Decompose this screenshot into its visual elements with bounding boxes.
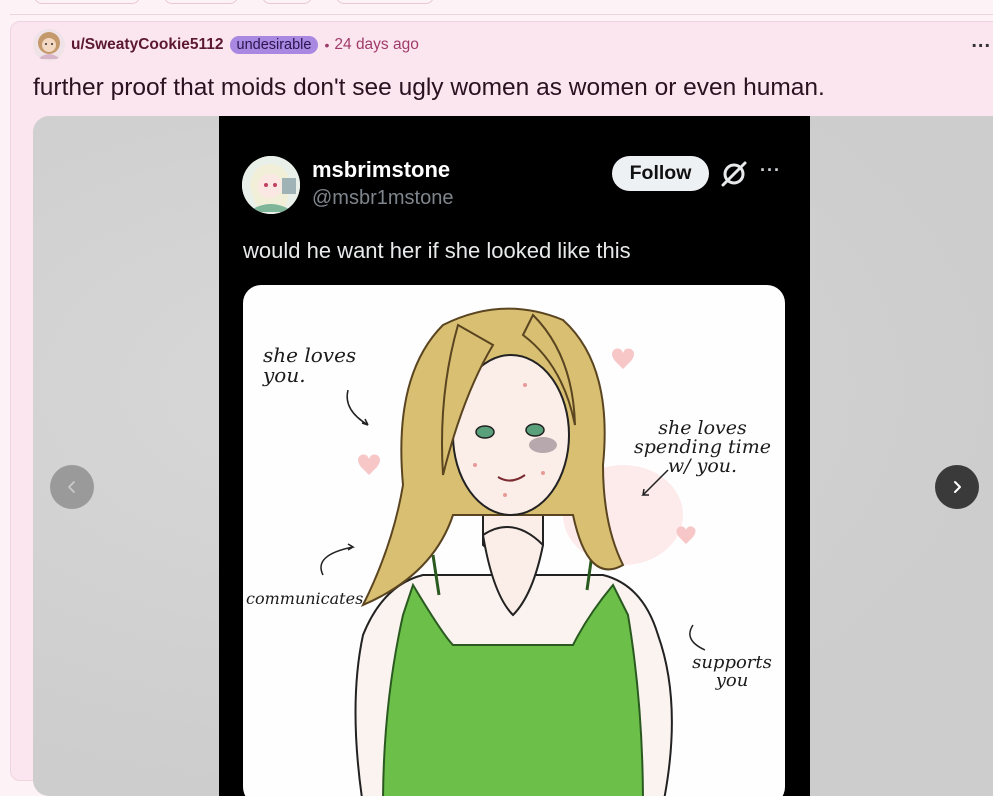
tweet-more-icon: ··· <box>760 160 781 180</box>
avatar-image <box>33 29 65 61</box>
filter-pill[interactable] <box>336 0 434 4</box>
tweet-author-handle: @msbr1mstone <box>312 187 454 209</box>
image-gallery[interactable]: msbrimstone @msbr1mstone Follow ··· woul… <box>33 116 993 796</box>
heart-shape <box>676 526 696 544</box>
grok-icon <box>721 161 747 187</box>
illustration-label: she loves spending time w/ you. <box>633 417 772 477</box>
post-title[interactable]: further proof that moids don't see ugly … <box>33 74 825 102</box>
post-card[interactable]: u/SweatyCookie5112 undesirable • 24 days… <box>10 21 993 796</box>
post-timestamp: 24 days ago <box>334 36 419 53</box>
more-options-button[interactable]: ... <box>971 30 991 53</box>
user-flair: undesirable <box>229 36 319 54</box>
separator-dot: • <box>324 37 330 53</box>
filter-pill[interactable] <box>34 0 140 4</box>
username-link[interactable]: u/SweatyCookie5112 <box>71 36 224 54</box>
top-filter-pills <box>34 0 434 4</box>
heart-shape <box>358 454 380 475</box>
tweet-author-name: msbrimstone <box>312 157 451 182</box>
avatar[interactable] <box>33 29 65 61</box>
post-header: u/SweatyCookie5112 undesirable • 24 days… <box>33 29 419 61</box>
previous-image-button[interactable] <box>50 465 94 509</box>
next-image-button[interactable] <box>935 465 979 509</box>
filter-pill[interactable] <box>262 0 312 4</box>
gallery-image: msbrimstone @msbr1mstone Follow ··· woul… <box>219 116 810 796</box>
filter-pill[interactable] <box>164 0 238 4</box>
illustration-label: communicates <box>246 589 364 608</box>
chevron-right-icon <box>954 481 961 493</box>
chevron-left-icon <box>68 481 75 493</box>
tweet-avatar <box>242 156 300 214</box>
illustration-label: supports you <box>692 652 772 691</box>
follow-button: Follow <box>612 156 709 191</box>
heart-shape <box>612 348 634 369</box>
divider <box>10 14 993 15</box>
tweet-text: would he want her if she looked like thi… <box>243 238 631 263</box>
illustration-label: she loves you. <box>263 343 357 387</box>
illustration: she loves you. she loves spending time w… <box>243 285 785 796</box>
